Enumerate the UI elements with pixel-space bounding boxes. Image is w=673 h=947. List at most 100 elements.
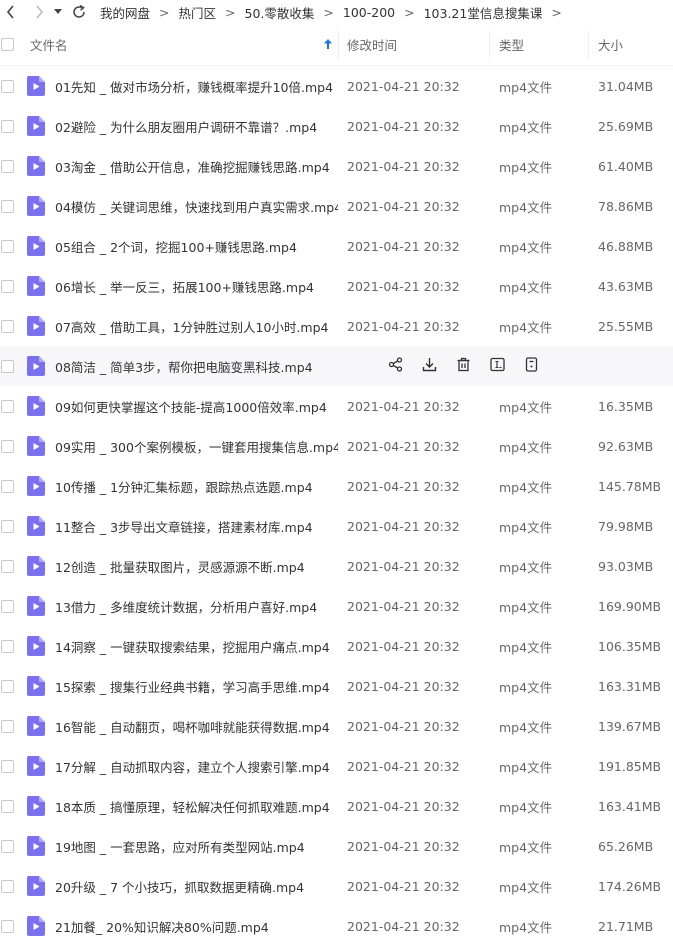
file-name[interactable]: 19地图 _ 一套思路，应对所有类型网站.mp4 — [55, 837, 305, 856]
file-name[interactable]: 05组合 _ 2个词，挖掘100+赚钱思路.mp4 — [55, 237, 297, 256]
breadcrumb-item[interactable]: 热门区 — [179, 3, 217, 22]
row-checkbox[interactable] — [1, 599, 14, 613]
row-checkbox[interactable] — [1, 679, 14, 693]
row-checkbox[interactable] — [1, 639, 14, 653]
row-checkbox[interactable] — [1, 479, 14, 493]
table-row[interactable]: 18本质 _ 搞懂原理，轻松解决任何抓取难题.mp4 2021-04-21 20… — [0, 786, 673, 826]
row-checkbox[interactable] — [1, 399, 14, 413]
file-name[interactable]: 08简洁 _ 简单3步，帮你把电脑变黑科技.mp4 — [55, 357, 313, 376]
refresh-button[interactable] — [68, 0, 90, 24]
table-row[interactable]: 09实用 _ 300个案例模板，一键套用搜集信息.mp4 2021-04-21 … — [0, 426, 673, 466]
file-name-cell: 20升级 _ 7 个小技巧，抓取数据更精确.mp4 — [27, 876, 338, 896]
table-row[interactable]: 19地图 _ 一套思路，应对所有类型网站.mp4 2021-04-21 20:3… — [0, 826, 673, 866]
row-checkbox[interactable] — [1, 119, 14, 133]
row-checkbox[interactable] — [1, 519, 14, 533]
video-file-icon — [27, 276, 45, 296]
column-header-name[interactable]: 文件名 — [30, 35, 338, 54]
table-row[interactable]: 20升级 _ 7 个小技巧，抓取数据更精确.mp4 2021-04-21 20:… — [0, 866, 673, 906]
file-name-cell: 15探索 _ 搜集行业经典书籍，学习高手思维.mp4 — [27, 676, 338, 696]
video-file-icon — [27, 876, 45, 896]
file-name[interactable]: 06增长 _ 举一反三，拓展100+赚钱思路.mp4 — [55, 277, 314, 296]
file-name[interactable]: 02避险 _ 为什么朋友圈用户调研不靠谱？.mp4 — [55, 117, 317, 136]
row-checkbox[interactable] — [1, 359, 14, 373]
row-checkbox[interactable] — [1, 199, 14, 213]
file-name[interactable]: 01先知 _ 做对市场分析，赚钱概率提升10倍.mp4 — [55, 77, 333, 96]
column-divider[interactable] — [489, 30, 490, 60]
file-size: 163.31MB — [598, 678, 662, 694]
file-name[interactable]: 04模仿 _ 关键词思维，快速找到用户真实需求.mp4 — [55, 197, 338, 216]
file-name[interactable]: 17分解 _ 自动抓取内容，建立个人搜索引擎.mp4 — [55, 757, 330, 776]
file-name[interactable]: 10传播 _ 1分钟汇集标题，跟踪热点选题.mp4 — [55, 477, 313, 496]
column-divider[interactable] — [338, 30, 339, 60]
table-row[interactable]: 01先知 _ 做对市场分析，赚钱概率提升10倍.mp4 2021-04-21 2… — [0, 66, 673, 106]
video-file-icon — [27, 316, 45, 336]
row-checkbox[interactable] — [1, 799, 14, 813]
file-name[interactable]: 11整合 _ 3步导出文章链接，搭建素材库.mp4 — [55, 517, 313, 536]
column-header-type[interactable]: 类型 — [489, 35, 588, 54]
table-row[interactable]: 17分解 _ 自动抓取内容，建立个人搜索引擎.mp4 2021-04-21 20… — [0, 746, 673, 786]
table-row[interactable]: 05组合 _ 2个词，挖掘100+赚钱思路.mp4 2021-04-21 20:… — [0, 226, 673, 266]
file-name[interactable]: 03淘金 _ 借助公开信息，准确挖掘赚钱思路.mp4 — [55, 157, 330, 176]
file-name[interactable]: 21加餐_ 20%知识解决80%问题.mp4 — [55, 917, 269, 936]
select-all-checkbox[interactable] — [1, 38, 14, 51]
video-file-icon — [27, 476, 45, 496]
download-button[interactable] — [419, 356, 439, 376]
more-button[interactable] — [521, 356, 541, 376]
file-type: mp4文件 — [499, 479, 553, 495]
delete-button[interactable] — [453, 356, 473, 376]
breadcrumb-item-current[interactable]: 103.21堂信息搜集课 — [424, 3, 543, 22]
row-checkbox[interactable] — [1, 239, 14, 253]
file-name[interactable]: 16智能 _ 自动翻页，喝杯咖啡就能获得数据.mp4 — [55, 717, 330, 736]
forward-button[interactable] — [28, 0, 50, 24]
file-name[interactable]: 20升级 _ 7 个小技巧，抓取数据更精确.mp4 — [55, 877, 304, 896]
breadcrumb-item[interactable]: 50.零散收集 — [245, 3, 315, 22]
table-row[interactable]: 13借力 _ 多维度统计数据，分析用户喜好.mp4 2021-04-21 20:… — [0, 586, 673, 626]
row-checkbox[interactable] — [1, 319, 14, 333]
video-file-icon — [27, 836, 45, 856]
history-dropdown-button[interactable] — [52, 0, 64, 24]
table-row[interactable]: 11整合 _ 3步导出文章链接，搭建素材库.mp4 2021-04-21 20:… — [0, 506, 673, 546]
row-checkbox[interactable] — [1, 279, 14, 293]
table-row[interactable]: 15探索 _ 搜集行业经典书籍，学习高手思维.mp4 2021-04-21 20… — [0, 666, 673, 706]
row-checkbox[interactable] — [1, 919, 14, 933]
row-checkbox[interactable] — [1, 159, 14, 173]
table-row[interactable]: 14洞察 _ 一键获取搜索结果，挖掘用户痛点.mp4 2021-04-21 20… — [0, 626, 673, 666]
breadcrumb-item[interactable]: 100-200 — [343, 5, 395, 20]
file-name[interactable]: 09如何更快掌握这个技能-提高1000倍效率.mp4 — [55, 397, 327, 416]
table-row[interactable]: 08简洁 _ 简单3步，帮你把电脑变黑科技.mp4 — [0, 346, 673, 386]
row-checkbox[interactable] — [1, 759, 14, 773]
file-name[interactable]: 13借力 _ 多维度统计数据，分析用户喜好.mp4 — [55, 597, 317, 616]
row-checkbox[interactable] — [1, 719, 14, 733]
file-name[interactable]: 14洞察 _ 一键获取搜索结果，挖掘用户痛点.mp4 — [55, 637, 330, 656]
table-row[interactable]: 04模仿 _ 关键词思维，快速找到用户真实需求.mp4 2021-04-21 2… — [0, 186, 673, 226]
table-row[interactable]: 06增长 _ 举一反三，拓展100+赚钱思路.mp4 2021-04-21 20… — [0, 266, 673, 306]
table-row[interactable]: 09如何更快掌握这个技能-提高1000倍效率.mp4 2021-04-21 20… — [0, 386, 673, 426]
row-checkbox[interactable] — [1, 559, 14, 573]
row-checkbox-cell — [0, 119, 30, 133]
file-name[interactable]: 07高效 _ 借助工具，1分钟胜过别人10小时.mp4 — [55, 317, 329, 336]
back-button[interactable] — [0, 0, 22, 24]
row-checkbox[interactable] — [1, 439, 14, 453]
table-row[interactable]: 16智能 _ 自动翻页，喝杯咖啡就能获得数据.mp4 2021-04-21 20… — [0, 706, 673, 746]
table-row[interactable]: 21加餐_ 20%知识解决80%问题.mp4 2021-04-21 20:32 … — [0, 906, 673, 946]
rename-button[interactable] — [487, 356, 507, 376]
row-checkbox[interactable] — [1, 839, 14, 853]
share-button[interactable] — [385, 356, 405, 376]
table-row[interactable]: 12创造 _ 批量获取图片，灵感源源不断.mp4 2021-04-21 20:3… — [0, 546, 673, 586]
row-checkbox[interactable] — [1, 79, 14, 93]
column-header-modified[interactable]: 修改时间 — [338, 35, 489, 54]
table-row[interactable]: 10传播 _ 1分钟汇集标题，跟踪热点选题.mp4 2021-04-21 20:… — [0, 466, 673, 506]
table-row[interactable]: 03淘金 _ 借助公开信息，准确挖掘赚钱思路.mp4 2021-04-21 20… — [0, 146, 673, 186]
column-divider[interactable] — [588, 30, 589, 60]
file-name[interactable]: 18本质 _ 搞懂原理，轻松解决任何抓取难题.mp4 — [55, 797, 330, 816]
file-name[interactable]: 15探索 _ 搜集行业经典书籍，学习高手思维.mp4 — [55, 677, 330, 696]
column-header-size[interactable]: 大小 — [588, 35, 673, 54]
file-name[interactable]: 12创造 _ 批量获取图片，灵感源源不断.mp4 — [55, 557, 305, 576]
breadcrumb-item[interactable]: 我的网盘 — [100, 3, 150, 22]
file-name[interactable]: 09实用 _ 300个案例模板，一键套用搜集信息.mp4 — [55, 437, 338, 456]
file-type: mp4文件 — [499, 399, 553, 415]
table-row[interactable]: 02避险 _ 为什么朋友圈用户调研不靠谱？.mp4 2021-04-21 20:… — [0, 106, 673, 146]
row-checkbox[interactable] — [1, 879, 14, 893]
table-row[interactable]: 07高效 _ 借助工具，1分钟胜过别人10小时.mp4 2021-04-21 2… — [0, 306, 673, 346]
file-type: mp4文件 — [499, 239, 553, 255]
